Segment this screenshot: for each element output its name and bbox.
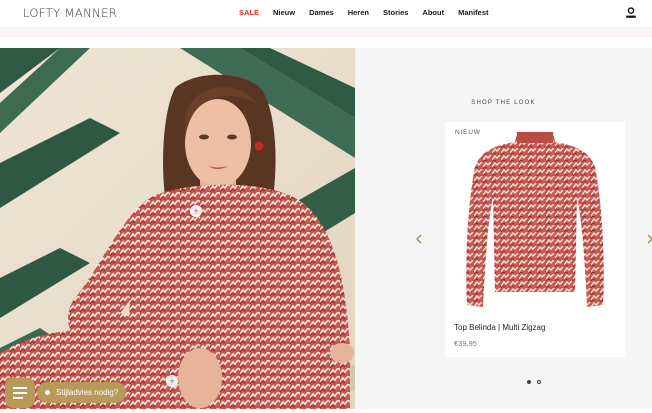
chat-lines-icon[interactable] bbox=[5, 378, 35, 408]
nav-item-dames[interactable]: Dames bbox=[309, 8, 334, 18]
product-price: €39,95 bbox=[454, 339, 477, 348]
product-name[interactable]: Top Belinda | Multi Zigzag bbox=[454, 323, 545, 332]
header-spacer bbox=[0, 37, 652, 48]
online-status-dot bbox=[45, 390, 50, 395]
product-image bbox=[466, 132, 604, 307]
nav-item-heren[interactable]: Heren bbox=[348, 8, 369, 18]
model-photo bbox=[0, 48, 355, 409]
hero-image: + + bbox=[0, 48, 355, 409]
chevron-right-icon[interactable] bbox=[646, 234, 652, 244]
style-advice-button[interactable]: Stijladvies nodig? bbox=[37, 382, 127, 403]
site-logo[interactable]: LOFTY MANNER bbox=[23, 6, 117, 20]
product-hotspot-pants[interactable]: + bbox=[166, 375, 178, 387]
nav-item-sale[interactable]: SALE bbox=[239, 8, 259, 18]
chevron-left-icon[interactable] bbox=[415, 234, 425, 244]
carousel-pagination bbox=[527, 380, 541, 384]
nav-item-stories[interactable]: Stories bbox=[383, 8, 408, 18]
product-hotspot-top[interactable]: + bbox=[190, 205, 202, 217]
pagination-dot-1[interactable] bbox=[527, 380, 531, 384]
product-card[interactable]: NIEUW Top Belinda | Multi Zigzag €39,95 bbox=[445, 122, 625, 357]
style-advice-label: Stijladvies nodig? bbox=[56, 388, 119, 397]
nav-item-about[interactable]: About bbox=[422, 8, 444, 18]
main-nav: SALE Nieuw Dames Heren Stories About Man… bbox=[239, 8, 503, 18]
user-icon[interactable] bbox=[625, 6, 637, 18]
pagination-dot-2[interactable] bbox=[537, 380, 541, 384]
nav-item-nieuw[interactable]: Nieuw bbox=[273, 8, 295, 18]
nav-item-manifest[interactable]: Manifest bbox=[458, 8, 488, 18]
shop-the-look-title: SHOP THE LOOK bbox=[471, 100, 536, 106]
promo-strip bbox=[0, 27, 652, 37]
site-header: LOFTY MANNER SALE Nieuw Dames Heren Stor… bbox=[0, 0, 652, 27]
shop-the-look-panel: SHOP THE LOOK NIEUW Top Belinda | Multi … bbox=[355, 48, 652, 409]
